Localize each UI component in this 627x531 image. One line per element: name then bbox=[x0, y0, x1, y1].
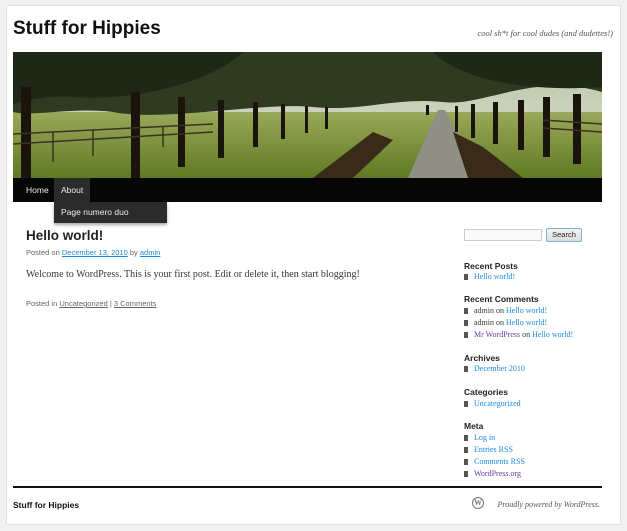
search-button[interactable]: Search bbox=[546, 228, 582, 242]
post-meta: Posted on December 13, 2010 by admin bbox=[26, 248, 160, 257]
comment-post-link[interactable]: Hello world! bbox=[532, 330, 573, 339]
meta-title: Meta bbox=[464, 421, 484, 431]
post-category-link[interactable]: Uncategorized bbox=[59, 299, 107, 308]
comment-author-link[interactable]: Mr WordPress bbox=[474, 330, 520, 339]
nav-dropdown-item[interactable]: Page numero duo bbox=[61, 202, 129, 223]
meta-comments-rss-link[interactable]: Comments RSS bbox=[474, 457, 525, 466]
comment-author: admin bbox=[474, 306, 494, 315]
nav-dropdown-menu: Page numero duo bbox=[54, 202, 167, 223]
recent-comment-item: admin on Hello world! bbox=[464, 306, 547, 315]
post-footer-prefix: Posted in bbox=[26, 299, 58, 308]
comment-on: on bbox=[522, 330, 531, 339]
post-comments-link[interactable]: 3 Comments bbox=[114, 299, 157, 308]
nav-home[interactable]: Home bbox=[19, 178, 56, 202]
meta-item: Log in bbox=[464, 433, 495, 442]
tree-lined-road-image bbox=[13, 52, 602, 178]
post-meta-prefix: Posted on bbox=[26, 248, 60, 257]
comment-post-link[interactable]: Hello world! bbox=[506, 318, 547, 327]
post-footer: Posted in Uncategorized | 3 Comments bbox=[26, 299, 156, 308]
recent-posts-title: Recent Posts bbox=[464, 261, 518, 271]
header-banner-image bbox=[13, 52, 602, 178]
archive-item: December 2010 bbox=[464, 364, 525, 373]
nav-about[interactable]: About bbox=[54, 178, 91, 202]
recent-comment-item: admin on Hello world! bbox=[464, 318, 547, 327]
comment-post-link[interactable]: Hello world! bbox=[506, 306, 547, 315]
archive-link[interactable]: December 2010 bbox=[474, 364, 525, 373]
category-link[interactable]: Uncategorized bbox=[474, 399, 521, 408]
site-description: cool sh*t for cool dudes (and dudettes!) bbox=[477, 28, 613, 38]
post-title[interactable]: Hello world! bbox=[26, 228, 103, 243]
meta-item: Comments RSS bbox=[464, 457, 525, 466]
footer-site-title[interactable]: Stuff for Hippies bbox=[13, 500, 79, 510]
footer-credit-link[interactable]: Proudly powered by WordPress. bbox=[497, 500, 600, 509]
comment-on: on bbox=[496, 306, 504, 315]
post-meta-by: by bbox=[129, 248, 138, 257]
category-item: Uncategorized bbox=[464, 399, 521, 408]
post-author-link[interactable]: admin bbox=[140, 248, 160, 257]
site-title[interactable]: Stuff for Hippies bbox=[13, 18, 161, 40]
meta-login-link[interactable]: Log in bbox=[474, 433, 495, 442]
meta-entries-rss-link[interactable]: Entries RSS bbox=[474, 445, 513, 454]
categories-title: Categories bbox=[464, 387, 508, 397]
post-content: Welcome to WordPress. This is your first… bbox=[26, 269, 360, 280]
post-footer-separator: | bbox=[109, 299, 112, 308]
main-navigation: Home About bbox=[13, 178, 602, 202]
recent-comment-item: Mr WordPress on Hello world! bbox=[464, 330, 573, 339]
archives-title: Archives bbox=[464, 353, 500, 363]
meta-item: WordPress.org bbox=[464, 469, 521, 478]
recent-comments-title: Recent Comments bbox=[464, 294, 539, 304]
meta-item: Entries RSS bbox=[464, 445, 513, 454]
recent-post-item: Hello world! bbox=[464, 272, 515, 281]
comment-author: admin bbox=[474, 318, 494, 327]
wordpress-logo-icon[interactable]: W bbox=[472, 497, 484, 509]
search-input[interactable] bbox=[464, 229, 542, 241]
post-date-link[interactable]: December 13, 2010 bbox=[62, 248, 128, 257]
footer-divider bbox=[13, 486, 602, 488]
comment-on: on bbox=[496, 318, 504, 327]
recent-post-link[interactable]: Hello world! bbox=[474, 272, 515, 281]
meta-wordpress-link[interactable]: WordPress.org bbox=[474, 469, 521, 478]
